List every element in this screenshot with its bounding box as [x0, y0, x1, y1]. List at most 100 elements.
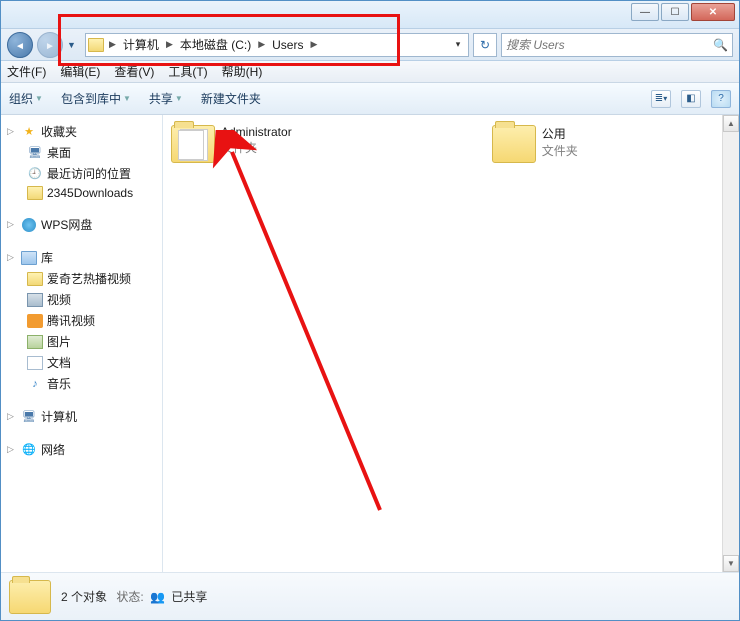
command-bar: 组织 ▼ 包含到库中 ▼ 共享 ▼ 新建文件夹 ≣ ▾ ◧ ? — [1, 83, 739, 115]
library-icon — [21, 251, 37, 265]
sidebar-item-documents[interactable]: 文档 — [5, 352, 162, 373]
explorer-window: — ☐ ✕ ▼ ▶ 计算机 ▶ 本地磁盘 (C:) ▶ Users ▶ ▾ ↻ … — [0, 0, 740, 621]
maximize-button[interactable]: ☐ — [661, 3, 689, 21]
expander-icon[interactable]: ▷ — [7, 411, 17, 422]
arrow-left-icon — [15, 38, 25, 52]
chevron-right-icon[interactable]: ▶ — [307, 39, 320, 50]
vertical-scrollbar[interactable]: ▲ ▼ — [722, 115, 739, 572]
expander-icon[interactable]: ▷ — [7, 252, 17, 263]
folder-icon — [27, 272, 43, 286]
sidebar-item-pictures[interactable]: 图片 — [5, 331, 162, 352]
history-dropdown[interactable]: ▼ — [67, 40, 81, 50]
folder-name: 公用 — [542, 125, 578, 142]
folder-icon — [171, 125, 215, 163]
sidebar-item-iqiyi[interactable]: 爱奇艺热播视频 — [5, 268, 162, 289]
menu-tools[interactable]: 工具(T) — [168, 63, 207, 80]
sidebar-label: 网络 — [41, 441, 65, 458]
folder-type: 文件夹 — [542, 142, 578, 159]
desktop-icon: 🖥 — [27, 146, 43, 160]
arrow-right-icon — [45, 38, 55, 52]
recent-icon: 🕘 — [27, 167, 43, 181]
address-dropdown[interactable]: ▾ — [450, 39, 466, 50]
sidebar-computer[interactable]: ▷ 🖥 计算机 — [5, 406, 162, 427]
menu-help[interactable]: 帮助(H) — [222, 63, 263, 80]
expander-icon[interactable]: ▷ — [7, 444, 17, 455]
folder-content-area[interactable]: Administrator 文件夹 公用 文件夹 — [163, 115, 722, 572]
computer-icon: 🖥 — [21, 410, 37, 424]
network-icon: 🌐 — [21, 443, 37, 457]
menu-bar: 文件(F) 编辑(E) 查看(V) 工具(T) 帮助(H) — [1, 61, 739, 83]
sidebar-network[interactable]: ▷ 🌐 网络 — [5, 439, 162, 460]
minimize-button[interactable]: — — [631, 3, 659, 21]
status-state-value: 已共享 — [171, 590, 207, 604]
tencent-icon — [27, 314, 43, 328]
folder-icon — [492, 125, 536, 163]
pictures-icon — [27, 335, 43, 349]
people-icon: 👥 — [150, 590, 165, 604]
new-folder-button[interactable]: 新建文件夹 — [201, 90, 261, 107]
music-icon: ♪ — [27, 377, 43, 391]
titlebar: — ☐ ✕ — [1, 1, 739, 29]
sidebar-favorites[interactable]: ▷ ★ 收藏夹 — [5, 121, 162, 142]
sidebar-item-recent[interactable]: 🕘最近访问的位置 — [5, 163, 162, 184]
search-input[interactable] — [506, 38, 713, 52]
folder-icon — [9, 580, 51, 614]
details-pane: 2 个对象 状态: 👥 已共享 — [1, 572, 739, 620]
chevron-down-icon: ▼ — [35, 94, 43, 103]
sidebar-item-music[interactable]: ♪音乐 — [5, 373, 162, 394]
expander-icon[interactable]: ▷ — [7, 219, 17, 230]
forward-button[interactable] — [37, 32, 63, 58]
sidebar-label: 收藏夹 — [41, 123, 77, 140]
navigation-row: ▼ ▶ 计算机 ▶ 本地磁盘 (C:) ▶ Users ▶ ▾ ↻ 🔍 — [1, 29, 739, 61]
include-in-library-button[interactable]: 包含到库中 ▼ — [61, 90, 131, 107]
chevron-down-icon: ▼ — [123, 94, 131, 103]
search-box[interactable]: 🔍 — [501, 33, 733, 57]
help-button[interactable]: ? — [711, 90, 731, 108]
menu-view[interactable]: 查看(V) — [114, 63, 154, 80]
back-button[interactable] — [7, 32, 33, 58]
chevron-down-icon: ▼ — [175, 94, 183, 103]
sidebar-item-videos[interactable]: 视频 — [5, 289, 162, 310]
scroll-track[interactable] — [723, 132, 739, 555]
sidebar-wps[interactable]: ▷ WPS网盘 — [5, 214, 162, 235]
chevron-right-icon[interactable]: ▶ — [106, 39, 119, 50]
sidebar-label: 计算机 — [41, 408, 77, 425]
sidebar-item-2345downloads[interactable]: 2345Downloads — [5, 184, 162, 202]
share-button[interactable]: 共享 ▼ — [149, 90, 183, 107]
sidebar-item-desktop[interactable]: 🖥桌面 — [5, 142, 162, 163]
organize-button[interactable]: 组织 ▼ — [9, 90, 43, 107]
sidebar-item-tencent[interactable]: 腾讯视频 — [5, 310, 162, 331]
folder-icon — [88, 38, 104, 52]
folder-name: Administrator — [221, 125, 292, 139]
scroll-up-button[interactable]: ▲ — [723, 115, 739, 132]
breadcrumb-drive-c[interactable]: 本地磁盘 (C:) — [176, 36, 255, 53]
folder-icon — [27, 186, 43, 200]
view-options-button[interactable]: ≣ ▾ — [651, 90, 671, 108]
breadcrumb-users[interactable]: Users — [268, 38, 307, 52]
chevron-right-icon[interactable]: ▶ — [163, 39, 176, 50]
address-bar[interactable]: ▶ 计算机 ▶ 本地磁盘 (C:) ▶ Users ▶ ▾ — [85, 33, 469, 57]
search-icon[interactable]: 🔍 — [713, 38, 728, 52]
refresh-button[interactable]: ↻ — [473, 33, 497, 57]
sidebar-libraries[interactable]: ▷ 库 — [5, 247, 162, 268]
status-object-count: 2 个对象 — [61, 590, 107, 604]
close-button[interactable]: ✕ — [691, 3, 735, 21]
menu-file[interactable]: 文件(F) — [7, 63, 46, 80]
refresh-icon: ↻ — [480, 38, 490, 52]
breadcrumb-computer[interactable]: 计算机 — [119, 36, 163, 53]
body-area: ▷ ★ 收藏夹 🖥桌面 🕘最近访问的位置 2345Downloads ▷ WPS… — [1, 115, 739, 572]
preview-pane-button[interactable]: ◧ — [681, 90, 701, 108]
menu-edit[interactable]: 编辑(E) — [60, 63, 100, 80]
navigation-pane: ▷ ★ 收藏夹 🖥桌面 🕘最近访问的位置 2345Downloads ▷ WPS… — [1, 115, 163, 572]
chevron-right-icon[interactable]: ▶ — [255, 39, 268, 50]
expander-icon[interactable]: ▷ — [7, 126, 17, 137]
scroll-down-button[interactable]: ▼ — [723, 555, 739, 572]
sidebar-label: WPS网盘 — [41, 216, 92, 233]
video-icon — [27, 293, 43, 307]
folder-item-administrator[interactable]: Administrator 文件夹 — [171, 125, 292, 163]
star-icon: ★ — [21, 125, 37, 139]
status-state-label: 状态: — [116, 590, 143, 604]
documents-icon — [27, 356, 43, 370]
folder-item-public[interactable]: 公用 文件夹 — [492, 125, 578, 163]
sidebar-label: 库 — [41, 249, 53, 266]
